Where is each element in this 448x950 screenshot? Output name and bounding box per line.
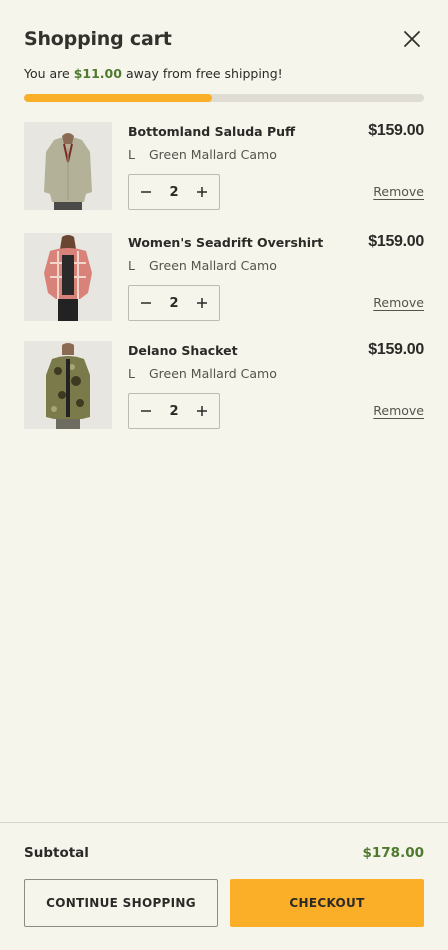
- page-title: Shopping cart: [24, 28, 172, 50]
- minus-icon: [141, 191, 151, 193]
- quantity-value: 2: [169, 295, 179, 311]
- minus-icon: [141, 410, 151, 412]
- shipping-prefix: You are: [24, 66, 70, 81]
- variant-size: L: [128, 366, 135, 381]
- variant-color: Green Mallard Camo: [148, 258, 277, 273]
- product-price: $159.00: [368, 341, 424, 358]
- product-variant: L Green Mallard Camo: [128, 147, 277, 162]
- shipping-progress-fill: [24, 94, 212, 102]
- product-price: $159.00: [368, 233, 424, 250]
- subtotal-label: Subtotal: [24, 845, 89, 861]
- plus-icon: [196, 406, 207, 416]
- checkout-button[interactable]: CHECKOUT: [230, 879, 424, 927]
- product-image[interactable]: [24, 233, 112, 321]
- quantity-stepper: 2: [128, 285, 220, 321]
- quantity-stepper: 2: [128, 393, 220, 429]
- product-name[interactable]: Women's Seadrift Overshirt: [128, 235, 323, 250]
- increase-quantity-button[interactable]: [191, 400, 213, 422]
- decrease-quantity-button[interactable]: [135, 292, 157, 314]
- remove-link[interactable]: Remove: [373, 184, 424, 199]
- decrease-quantity-button[interactable]: [135, 181, 157, 203]
- cart-footer: Subtotal $178.00 CONTINUE SHOPPING CHECK…: [0, 822, 448, 950]
- minus-icon: [141, 302, 151, 304]
- product-image[interactable]: [24, 341, 112, 429]
- increase-quantity-button[interactable]: [191, 292, 213, 314]
- decrease-quantity-button[interactable]: [135, 400, 157, 422]
- quantity-value: 2: [169, 403, 179, 419]
- product-price: $159.00: [368, 122, 424, 139]
- plus-icon: [196, 298, 207, 308]
- plus-icon: [196, 187, 207, 197]
- shipping-message: You are $11.00 away from free shipping!: [24, 66, 283, 81]
- cart-item: Delano Shacket L Green Mallard Camo $159.…: [24, 341, 424, 431]
- product-name[interactable]: Bottomland Saluda Puff: [128, 124, 295, 139]
- product-image[interactable]: [24, 122, 112, 210]
- variant-size: L: [128, 258, 135, 273]
- close-button[interactable]: [400, 27, 424, 51]
- increase-quantity-button[interactable]: [191, 181, 213, 203]
- remove-link[interactable]: Remove: [373, 403, 424, 418]
- remove-link[interactable]: Remove: [373, 295, 424, 310]
- shipping-suffix: away from free shipping!: [125, 66, 283, 81]
- cart-header: Shopping cart: [24, 24, 424, 54]
- continue-shopping-button[interactable]: CONTINUE SHOPPING: [24, 879, 218, 927]
- quantity-value: 2: [169, 184, 179, 200]
- variant-color: Green Mallard Camo: [148, 366, 277, 381]
- variant-color: Green Mallard Camo: [148, 147, 277, 162]
- close-icon: [404, 31, 420, 47]
- product-variant: L Green Mallard Camo: [128, 258, 277, 273]
- quantity-stepper: 2: [128, 174, 220, 210]
- variant-size: L: [128, 147, 135, 162]
- subtotal-value: $178.00: [362, 845, 425, 861]
- cart-item: Women's Seadrift Overshirt L Green Mallar…: [24, 233, 424, 323]
- shipping-progress-bar: [24, 94, 424, 102]
- product-variant: L Green Mallard Camo: [128, 366, 277, 381]
- cart-item: Bottomland Saluda Puff L Green Mallard Ca…: [24, 122, 424, 212]
- shipping-amount: $11.00: [73, 66, 122, 81]
- product-name[interactable]: Delano Shacket: [128, 343, 238, 358]
